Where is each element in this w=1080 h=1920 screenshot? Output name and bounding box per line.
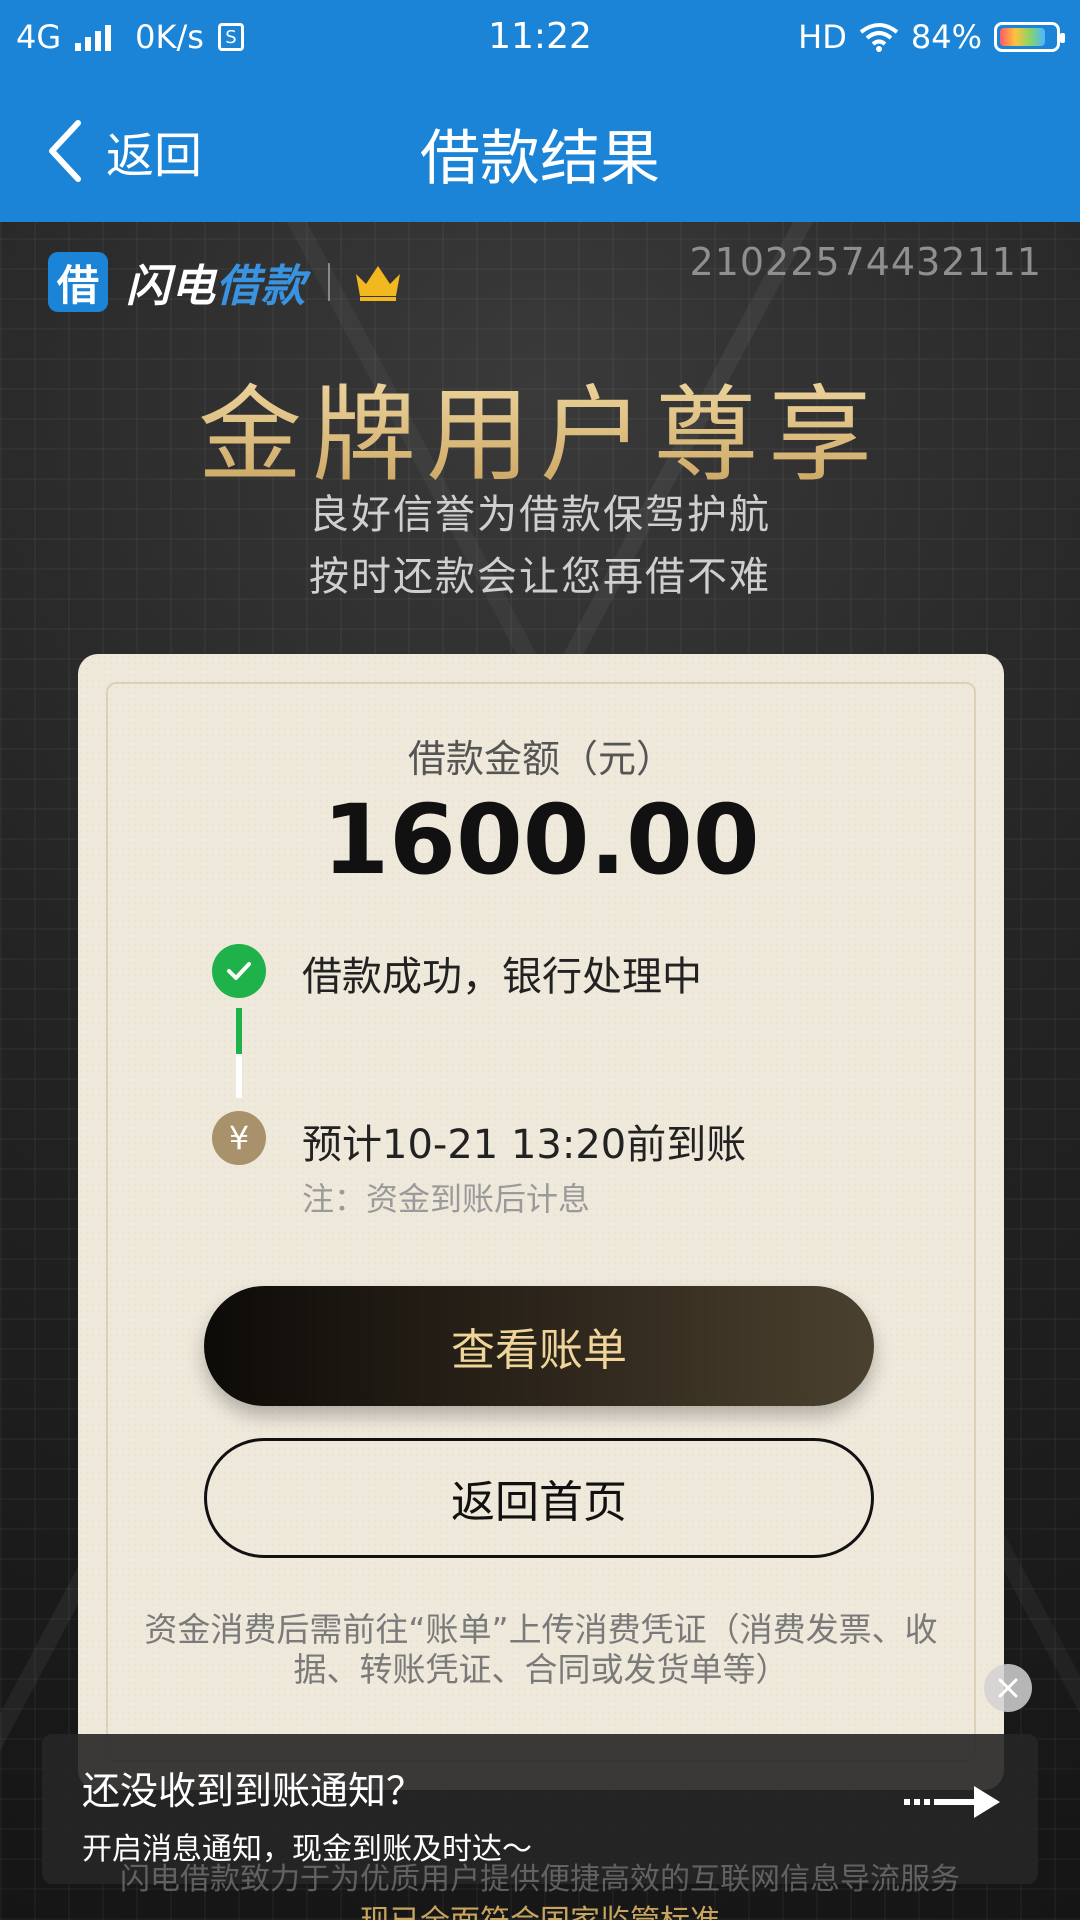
amount-value: 1600.00 xyxy=(322,784,760,896)
gold-title: 金牌用户尊享 xyxy=(0,350,1080,501)
battery-icon xyxy=(994,22,1065,52)
voucher-notice: 资金消费后需前往“账单”上传消费凭证（消费发票、收据、转账凭证、合同或发货单等） xyxy=(144,1610,938,1689)
yuan-icon: ¥ xyxy=(212,1111,266,1165)
hd-indicator: HD xyxy=(798,18,847,56)
step-success-text: 借款成功，银行处理中 xyxy=(302,954,702,1000)
footer-line1: 闪电借款致力于为优质用户提供便捷高效的互联网信息导流服务 xyxy=(120,1862,960,1897)
brand-header: 借 闪电借款 xyxy=(48,250,404,314)
progress-line-pending xyxy=(236,1054,242,1098)
close-icon[interactable] xyxy=(984,1664,1032,1712)
step-arrival-note: 注：资金到账后计息 xyxy=(302,1180,591,1218)
check-icon xyxy=(212,944,266,998)
crown-icon xyxy=(356,266,400,301)
brand-divider xyxy=(328,263,330,301)
step-arrival-text: 预计10-21 13:20前到账 xyxy=(302,1122,747,1168)
result-card: 借款金额（元） 1600.00 借款成功，银行处理中 ¥ 预计10-21 13:… xyxy=(78,654,1004,1790)
popup-title: 还没收到到账通知？ xyxy=(82,1769,425,1813)
footer-line2: 现已全面符合国家监管标准 xyxy=(0,1896,1080,1920)
wifi-icon xyxy=(859,23,899,52)
amount-label: 借款金额（元） xyxy=(407,737,674,781)
page-title: 借款结果 xyxy=(420,124,660,194)
arrow-right-icon[interactable] xyxy=(904,1782,1004,1822)
order-number: 21022574432111 xyxy=(689,240,1042,284)
title-bar: 返回 借款结果 xyxy=(0,76,1080,222)
brand-prefix: 闪电 xyxy=(126,261,216,312)
brand-logo: 借 xyxy=(48,252,108,312)
slogan-line2: 按时还款会让您再借不难 xyxy=(309,554,771,600)
battery-percent: 84% xyxy=(910,18,982,56)
progress-line-done xyxy=(236,1008,242,1054)
brand-name: 闪电借款 xyxy=(126,250,306,314)
brand-suffix: 借款 xyxy=(216,261,306,312)
status-bar: 4G 0K/s S 11:22 HD 84% xyxy=(0,0,1080,76)
status-right: HD 84% xyxy=(798,18,1065,56)
slogan-line1: 良好信誉为借款保驾护航 xyxy=(309,492,771,538)
back-home-button[interactable]: 返回首页 xyxy=(204,1438,874,1558)
view-bill-button[interactable]: 查看账单 xyxy=(204,1286,874,1406)
